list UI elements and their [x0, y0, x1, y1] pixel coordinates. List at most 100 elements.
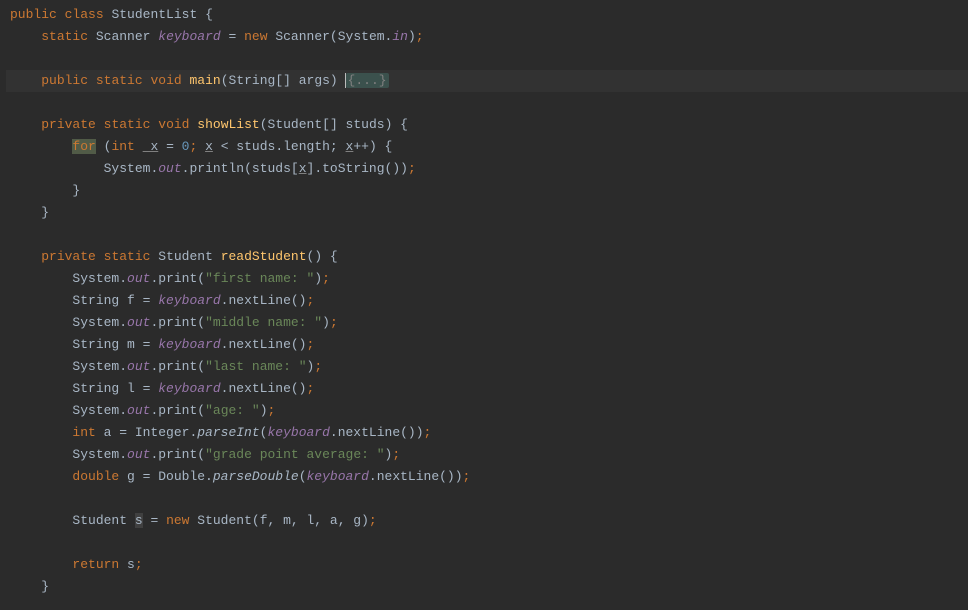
call: print — [158, 359, 197, 374]
keyword: class — [65, 7, 104, 22]
code-line[interactable]: int a = Integer.parseInt(keyboard.nextLi… — [6, 422, 968, 444]
sys: System — [72, 315, 119, 330]
var: l = — [119, 381, 158, 396]
param: studs — [338, 117, 385, 132]
string: "grade point average: " — [205, 447, 384, 462]
type: String — [72, 337, 119, 352]
code-line-highlighted[interactable]: public static void main(String[] args) {… — [6, 70, 968, 92]
fold-marker[interactable]: {...} — [346, 73, 389, 88]
var: g = Double. — [119, 469, 213, 484]
type: Scanner — [96, 29, 151, 44]
type: String — [72, 293, 119, 308]
keyword: void — [158, 117, 189, 132]
method: showList — [197, 117, 259, 132]
code-editor[interactable]: public class StudentList { static Scanne… — [0, 0, 968, 598]
call: .nextLine() — [221, 337, 307, 352]
brace: { — [197, 7, 213, 22]
code-line[interactable]: } — [6, 180, 968, 202]
var-highlighted: s — [135, 513, 143, 528]
blank-line[interactable] — [6, 224, 968, 246]
punct: ; — [392, 447, 400, 462]
field: keyboard — [307, 469, 369, 484]
field: out — [127, 271, 150, 286]
call: print — [158, 271, 197, 286]
punct: ) — [260, 403, 268, 418]
code-line[interactable]: Student s = new Student(f, m, l, a, g); — [6, 510, 968, 532]
punct: ) — [361, 513, 369, 528]
sys: System — [104, 161, 151, 176]
string: "middle name: " — [205, 315, 322, 330]
punct: ++) { — [353, 139, 392, 154]
field: in — [392, 29, 408, 44]
code-line[interactable]: public class StudentList { — [6, 4, 968, 26]
code-line[interactable]: private static Student readStudent() { — [6, 246, 968, 268]
code-line[interactable]: String l = keyboard.nextLine(); — [6, 378, 968, 400]
var: f = — [119, 293, 158, 308]
code-line[interactable]: System.out.print("last name: "); — [6, 356, 968, 378]
class-name: StudentList — [111, 7, 197, 22]
expr: ].toString()) — [307, 161, 408, 176]
punct: ; — [268, 403, 276, 418]
code-line[interactable]: for (int x = 0; x < studs.length; x++) { — [6, 136, 968, 158]
punct: ( — [197, 447, 205, 462]
punct: ; — [322, 271, 330, 286]
code-line[interactable]: System.out.print("age: "); — [6, 400, 968, 422]
keyword: static — [96, 73, 143, 88]
keyword: new — [166, 513, 189, 528]
punct: ( — [244, 161, 252, 176]
var: a = Integer. — [96, 425, 197, 440]
punct: ( — [260, 117, 268, 132]
field: keyboard — [158, 293, 220, 308]
brace: } — [41, 205, 49, 220]
code-line[interactable]: String m = keyboard.nextLine(); — [6, 334, 968, 356]
blank-line[interactable] — [6, 92, 968, 114]
type: Student — [72, 513, 134, 528]
call: .nextLine() — [221, 293, 307, 308]
punct: = — [158, 139, 181, 154]
call: .nextLine() — [221, 381, 307, 396]
code-line[interactable]: return s; — [6, 554, 968, 576]
field: out — [127, 403, 150, 418]
keyword: double — [72, 469, 119, 484]
static-call: parseDouble — [213, 469, 299, 484]
code-line[interactable]: System.out.print("middle name: "); — [6, 312, 968, 334]
keyword: static — [104, 249, 151, 264]
keyword: void — [150, 73, 181, 88]
punct: ; — [463, 469, 471, 484]
code-line[interactable]: double g = Double.parseDouble(keyboard.n… — [6, 466, 968, 488]
field: out — [127, 359, 150, 374]
punct: ( — [197, 359, 205, 374]
code-line[interactable]: String f = keyboard.nextLine(); — [6, 290, 968, 312]
string: "first name: " — [205, 271, 314, 286]
keyword: new — [244, 29, 267, 44]
call: print — [158, 315, 197, 330]
blank-line[interactable] — [6, 488, 968, 510]
field: out — [158, 161, 181, 176]
punct: ; — [408, 161, 416, 176]
expr: studs[ — [252, 161, 299, 176]
punct: ) — [314, 271, 322, 286]
expr: < studs.length; — [213, 139, 346, 154]
method: readStudent — [221, 249, 307, 264]
code-line[interactable]: } — [6, 576, 968, 598]
code-line[interactable]: } — [6, 202, 968, 224]
code-line[interactable]: System.out.print("first name: "); — [6, 268, 968, 290]
blank-line[interactable] — [6, 48, 968, 70]
code-line[interactable]: static Scanner keyboard = new Scanner(Sy… — [6, 26, 968, 48]
punct: ; — [314, 359, 322, 374]
code-line[interactable]: System.out.print("grade point average: "… — [6, 444, 968, 466]
code-line[interactable]: private static void showList(Student[] s… — [6, 114, 968, 136]
call: print — [158, 403, 197, 418]
keyword: public — [41, 73, 88, 88]
var: x — [143, 139, 159, 154]
blank-line[interactable] — [6, 532, 968, 554]
punct: . — [119, 403, 127, 418]
punct: ) — [408, 29, 416, 44]
field: keyboard — [158, 381, 220, 396]
keyword: static — [104, 117, 151, 132]
code-line[interactable]: System.out.println(studs[x].toString()); — [6, 158, 968, 180]
punct: = — [143, 513, 166, 528]
call: print — [158, 447, 197, 462]
field: out — [127, 447, 150, 462]
string: "age: " — [205, 403, 260, 418]
